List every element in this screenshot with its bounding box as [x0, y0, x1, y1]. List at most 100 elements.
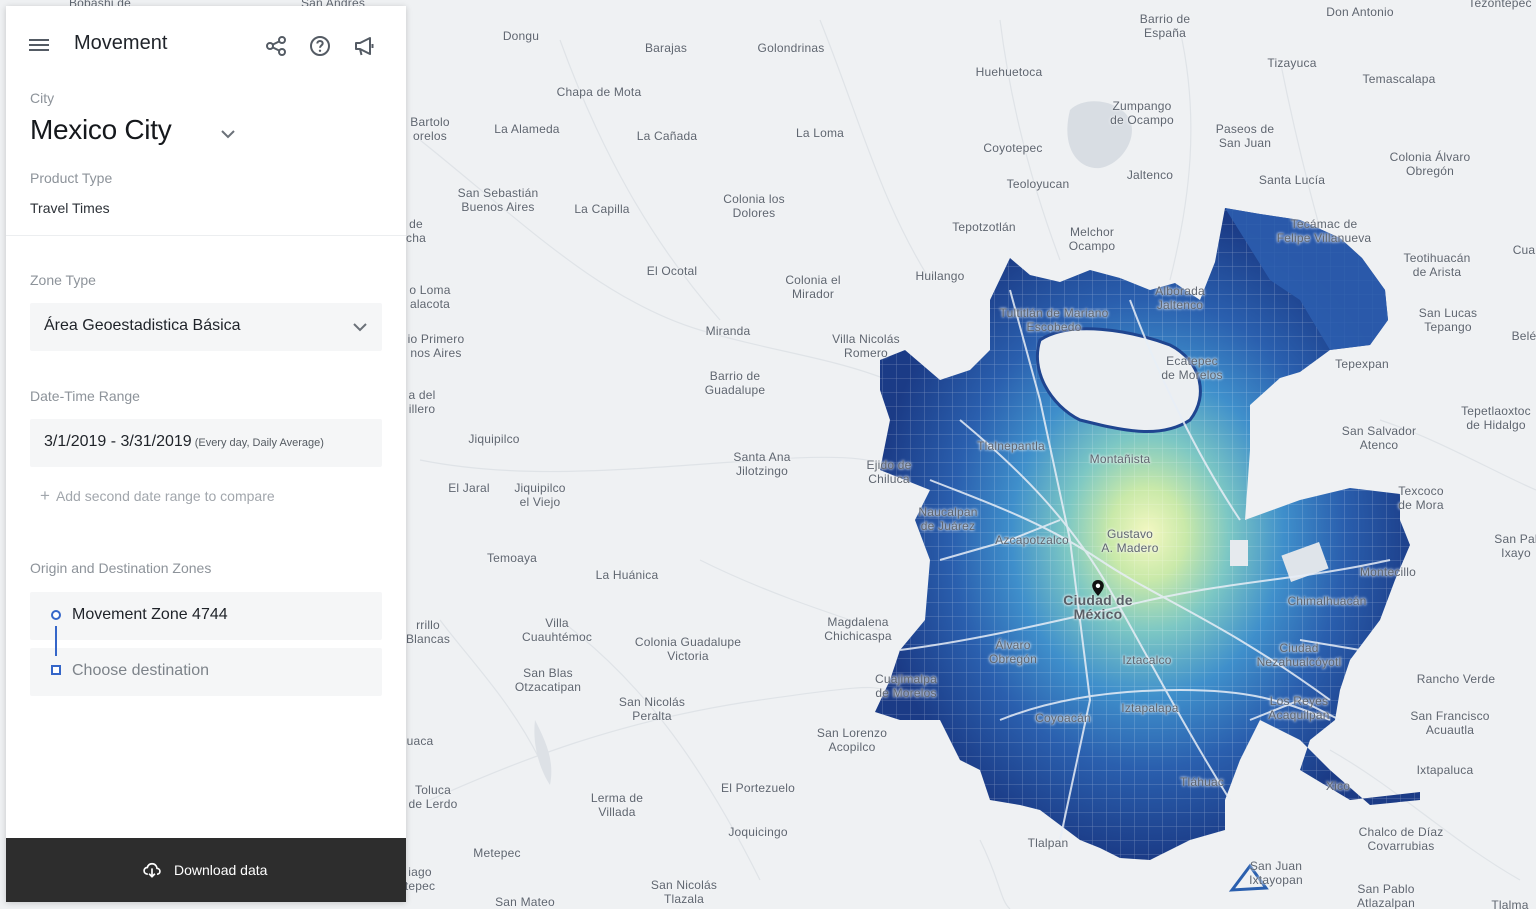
od-connector-line — [55, 626, 57, 656]
place-label: Jaltenco — [1126, 168, 1174, 182]
place-label: San Francisco Acuautla — [1410, 709, 1490, 737]
place-label: rrillo Blancas — [405, 618, 451, 646]
place-label: La Capilla — [574, 202, 630, 216]
panel-header: Movement — [6, 6, 406, 86]
place-label: Villa Nicolás Romero — [832, 332, 900, 360]
place-label: San Juan Ixtayopan — [1249, 859, 1303, 887]
product-type-label: Product Type — [30, 170, 113, 186]
add-compare-date-range-button[interactable]: + Add second date range to compare — [40, 486, 275, 506]
zone-type-select[interactable]: Área Geoestadistica Básica — [30, 303, 382, 351]
place-label: Paseos de San Juan — [1215, 122, 1275, 150]
place-label: uaca — [406, 734, 434, 748]
place-label: Tlalma — [1491, 898, 1529, 909]
place-label: Montecillo — [1359, 565, 1417, 579]
chevron-down-icon — [353, 323, 367, 332]
chevron-down-icon[interactable] — [218, 124, 238, 144]
download-data-button[interactable]: Download data — [6, 838, 406, 902]
origin-circle-icon — [51, 610, 61, 620]
place-label: San Mateo — [495, 895, 555, 909]
place-label: Ciudad de México — [1063, 592, 1133, 622]
place-label: Iztapalapa — [1121, 701, 1179, 715]
control-panel: Movement City Mexico City Product Type T… — [6, 6, 406, 902]
place-label: San Salvador Atenco — [1341, 424, 1417, 452]
place-label: Los Reyes Acaquilpan — [1268, 694, 1330, 722]
place-label: San Pablo Atlazalpan — [1356, 882, 1416, 909]
destination-placeholder: Choose destination — [72, 662, 209, 679]
cloud-download-icon — [143, 862, 161, 878]
place-label: io Primero nos Aires — [407, 332, 465, 360]
place-label: Colonia los Dolores — [723, 192, 785, 220]
place-label: Jiquipilco — [468, 432, 520, 446]
place-label: Ixtapaluca — [1416, 763, 1474, 777]
place-label: iago tepec — [404, 865, 436, 893]
panel-top-section: Movement City Mexico City Product Type T… — [6, 6, 406, 236]
origin-zone-field[interactable]: Movement Zone 4744 — [30, 592, 382, 640]
place-label: o Loma alacota — [409, 283, 451, 311]
place-label: San Blas Otzacatipan — [514, 666, 582, 694]
place-label: Tizayuca — [1267, 56, 1317, 70]
place-label: Magdalena Chichicaspa — [824, 615, 892, 643]
announcement-icon[interactable] — [352, 34, 376, 58]
place-label: Azcapotzalco — [995, 533, 1069, 547]
place-label: Rancho Verde — [1416, 672, 1496, 686]
place-label: Cua — [1512, 243, 1536, 257]
destination-square-icon — [51, 665, 61, 675]
place-label: Xico — [1325, 779, 1351, 793]
zone-type-label: Zone Type — [30, 272, 96, 288]
place-label: de cha — [406, 217, 426, 245]
place-label: Tlalnepantla — [977, 439, 1045, 453]
place-label: San Sebastián Buenos Aires — [457, 186, 539, 214]
place-label: Santa Lucía — [1258, 173, 1326, 187]
place-label: Chimalhuacán — [1287, 594, 1367, 608]
place-label: La Cañada — [636, 129, 698, 143]
place-label: San Nicolás Tlazala — [650, 878, 718, 906]
app-title: Movement — [74, 32, 168, 54]
place-label: Texcoco de Mora — [1398, 484, 1444, 512]
place-label: Huehuetoca — [975, 65, 1043, 79]
add-compare-label: Add second date range to compare — [55, 488, 275, 504]
place-label: Gustavo A. Madero — [1101, 527, 1159, 555]
destination-zone-field[interactable]: Choose destination — [30, 648, 382, 696]
place-label: Ejido de Chiluca — [866, 458, 912, 486]
map-pin-icon[interactable] — [1090, 580, 1106, 596]
place-label: Álvaro Obregón — [988, 638, 1038, 666]
place-label: San Lucas Tepango — [1418, 306, 1478, 334]
place-label: Lerma de Villada — [590, 791, 644, 819]
place-label: Tepetlaoxtoc de Hidalgo — [1461, 404, 1531, 432]
place-label: Tlalpan — [1027, 836, 1069, 850]
place-label: Bartolo orelos — [410, 115, 450, 143]
place-label: San Pal Ixayo — [1494, 532, 1536, 560]
download-label: Download data — [174, 862, 268, 878]
place-label: El Ocotal — [646, 264, 698, 278]
place-label: Tepotzotlán — [952, 220, 1016, 234]
place-label: Barajas — [644, 41, 688, 55]
place-label: Villa Cuauhtémoc — [521, 616, 593, 644]
place-label: La Huánica — [595, 568, 659, 582]
place-label: Teoloyucan — [1006, 177, 1070, 191]
place-label: Barrio de España — [1139, 12, 1191, 40]
date-range-detail: (Every day, Daily Average) — [194, 437, 324, 449]
date-range-label: Date-Time Range — [30, 388, 140, 404]
place-label: Joquicingo — [728, 825, 788, 839]
place-label: Tezontepec — [1468, 0, 1532, 10]
date-range-field[interactable]: 3/1/2019 - 3/31/2019 (Every day, Daily Av… — [30, 419, 382, 467]
place-label: Tultitlán de Mariano Escobedo — [999, 306, 1109, 334]
place-label: Melchor Ocampo — [1068, 225, 1116, 253]
place-label: Don Antonio — [1326, 5, 1394, 19]
place-label: Temoaya — [486, 551, 538, 565]
place-label: Tepexpan — [1335, 357, 1389, 371]
place-label: Montañista — [1089, 452, 1151, 466]
origin-zone-value: Movement Zone 4744 — [72, 606, 228, 623]
place-label: El Jaral — [448, 481, 490, 495]
city-selector[interactable]: Mexico City — [30, 114, 172, 146]
place-label: Barrio de Guadalupe — [704, 369, 766, 397]
zone-type-value: Área Geoestadistica Básica — [44, 317, 241, 334]
place-label: Alborada Jaltenco — [1155, 284, 1205, 312]
plus-icon: + — [40, 486, 50, 505]
menu-icon[interactable] — [29, 36, 51, 58]
help-icon[interactable] — [308, 34, 332, 58]
place-label: Iztacalco — [1122, 653, 1172, 667]
share-icon[interactable] — [264, 34, 288, 58]
place-label: Toluca de Lerdo — [408, 783, 458, 811]
place-label: Ciudad Nezahualcóyotl — [1256, 641, 1342, 669]
